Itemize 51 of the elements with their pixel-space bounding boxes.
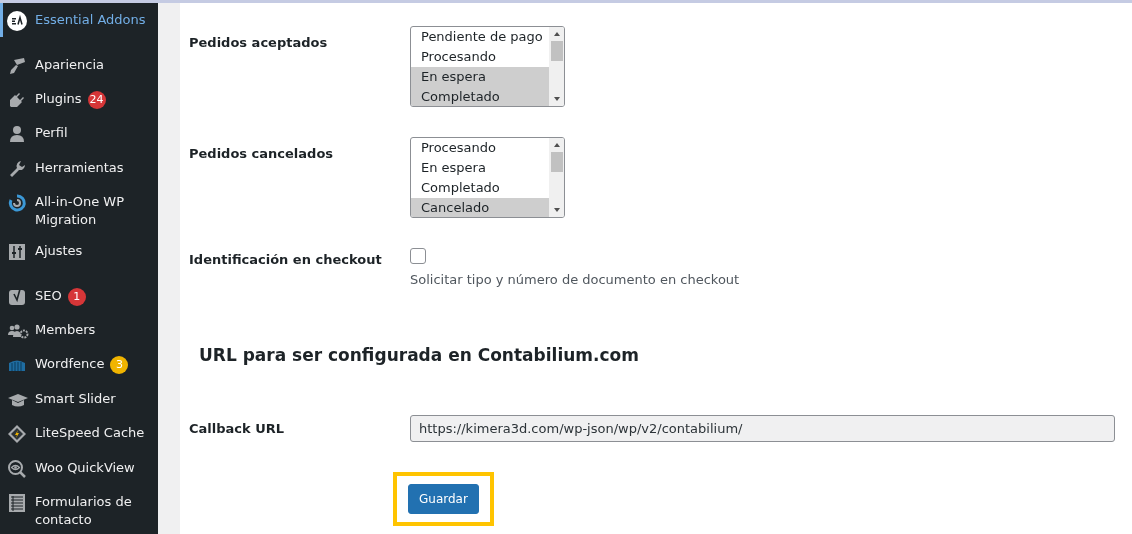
list-option[interactable]: Procesando <box>411 138 549 158</box>
diamond-icon <box>7 424 27 445</box>
scroll-thumb[interactable] <box>550 41 563 61</box>
list-option[interactable]: Cancelado <box>411 198 549 217</box>
list-option[interactable]: Completado <box>411 178 549 198</box>
section-heading: URL para ser configurada en Contabilium.com <box>199 345 640 365</box>
eye-magnifier-icon <box>7 458 27 479</box>
sidebar-item[interactable]: SEO 1 <box>0 278 158 314</box>
count-badge: 1 <box>67 287 86 306</box>
list-option[interactable]: En espera <box>411 67 549 87</box>
save-button[interactable]: Guardar <box>408 484 479 514</box>
paintbrush-icon <box>7 55 27 76</box>
sidebar-item[interactable]: Herramientas <box>0 150 158 186</box>
sidebar-item[interactable]: Formularios de contacto <box>0 485 158 534</box>
list-icon <box>7 493 27 513</box>
sidebar-item[interactable]: Perfil <box>0 116 158 151</box>
sliders-icon <box>7 242 27 263</box>
list-option[interactable]: Completado <box>411 87 549 106</box>
sidebar-item[interactable]: Smart Slider <box>0 381 158 417</box>
count-badge: 3 <box>110 356 129 375</box>
arrow-up-icon[interactable] <box>552 30 561 38</box>
list-option[interactable]: Pendiente de pago <box>411 27 549 47</box>
sidebar-item[interactable]: Ajustes <box>0 234 158 269</box>
checkbox[interactable] <box>410 248 426 264</box>
field-description: Solicitar tipo y número de documento en checkout <box>410 272 740 287</box>
sidebar-item[interactable]: Apariencia <box>0 47 158 82</box>
field-label: Identificación en checkout <box>189 252 383 269</box>
sidebar-item[interactable]: All-in-One WP Migration <box>0 185 158 235</box>
sidebar-item[interactable]: LiteSpeed Cache <box>0 416 158 451</box>
scrollbar[interactable] <box>549 138 564 217</box>
field-label: Callback URL <box>189 421 286 436</box>
sidebar-item[interactable]: Woo QuickView <box>0 450 158 485</box>
url-field[interactable]: https://kimera3d.com/wp-json/wp/v2/contabilium/ <box>410 415 1115 442</box>
user-icon <box>7 124 27 145</box>
listbox[interactable]: Pendiente de pago Procesando En espera Completado <box>410 26 565 107</box>
scrollbar[interactable] <box>549 27 564 106</box>
logo-icon <box>7 11 27 31</box>
scroll-thumb[interactable] <box>550 152 563 172</box>
sidebar-item[interactable]: Members <box>0 313 158 348</box>
list-option[interactable]: En espera <box>411 158 549 178</box>
arrow-down-icon[interactable] <box>552 206 561 214</box>
listbox[interactable]: Procesando En espera Completado Cancelado <box>410 137 565 218</box>
sidebar-item[interactable]: Plugins 24 <box>0 81 158 117</box>
sync-icon <box>7 193 27 214</box>
list-option[interactable]: Procesando <box>411 47 549 67</box>
field-label: Pedidos cancelados <box>189 146 335 163</box>
arrow-down-icon[interactable] <box>552 95 561 103</box>
arrow-up-icon[interactable] <box>552 141 561 149</box>
field-label: Pedidos aceptados <box>189 35 329 52</box>
count-badge: 24 <box>87 90 106 109</box>
sidebar-item[interactable]: Wordfence 3 <box>0 347 158 382</box>
